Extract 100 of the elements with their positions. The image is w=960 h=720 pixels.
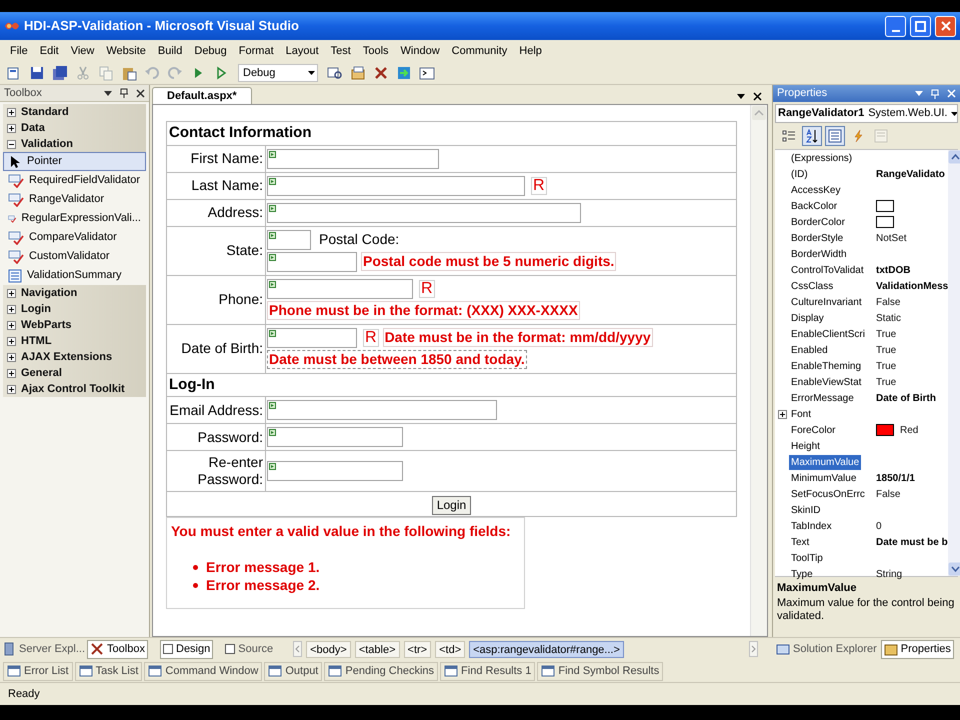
toolbox-item[interactable]: ValidationSummary bbox=[3, 266, 146, 285]
property-name[interactable]: ErrorMessage bbox=[789, 390, 856, 406]
menu-item[interactable]: Window bbox=[394, 40, 446, 62]
menu-item[interactable]: Layout bbox=[280, 40, 325, 62]
panel-tab[interactable]: Properties bbox=[880, 640, 954, 658]
tag-breadcrumb[interactable]: <td> bbox=[435, 640, 466, 658]
property-name[interactable]: (ID) bbox=[789, 166, 810, 182]
tool-window-tab[interactable]: Pending Checkins bbox=[324, 662, 438, 680]
property-value[interactable]: 1850/1/1 bbox=[876, 470, 915, 486]
tag-breadcrumb[interactable]: <asp:rangevalidator#range...> bbox=[469, 640, 624, 658]
object-selector[interactable]: RangeValidator1 System.Web.UI. bbox=[775, 104, 958, 123]
toolbox-category[interactable]: Navigation bbox=[3, 285, 146, 301]
property-name[interactable]: Display bbox=[789, 310, 826, 326]
scroll-bar[interactable] bbox=[948, 150, 960, 576]
property-name[interactable]: Font bbox=[789, 406, 814, 422]
close-icon[interactable] bbox=[136, 88, 145, 98]
menu-item[interactable]: Community bbox=[446, 40, 514, 62]
property-value[interactable]: String bbox=[876, 566, 902, 582]
property-name[interactable]: MinimumValue bbox=[789, 470, 858, 486]
scroll-up-icon[interactable] bbox=[948, 150, 960, 164]
property-name[interactable]: Text bbox=[789, 534, 812, 550]
menu-item[interactable]: Tools bbox=[356, 40, 395, 62]
property-name[interactable]: EnableTheming bbox=[789, 358, 864, 374]
menu-item[interactable]: Edit bbox=[34, 40, 65, 62]
tag-breadcrumb[interactable]: <body> bbox=[306, 640, 351, 658]
menu-item[interactable]: Help bbox=[513, 40, 548, 62]
panel-tab[interactable]: Source bbox=[223, 640, 276, 658]
property-name[interactable]: Height bbox=[789, 438, 822, 454]
menu-item[interactable]: File bbox=[4, 40, 34, 62]
expand-icon[interactable] bbox=[778, 410, 786, 418]
menu-item[interactable]: View bbox=[64, 40, 100, 62]
toolbox-item[interactable]: RangeValidator bbox=[3, 190, 146, 209]
property-name[interactable]: BackColor bbox=[789, 198, 840, 214]
property-name[interactable]: (Expressions) bbox=[789, 150, 854, 166]
menu-item[interactable]: Debug bbox=[188, 40, 233, 62]
property-name[interactable]: SkinID bbox=[789, 502, 822, 518]
property-name[interactable]: ForeColor bbox=[789, 422, 838, 438]
property-name[interactable]: TabIndex bbox=[789, 518, 834, 534]
text-input[interactable] bbox=[267, 427, 403, 447]
dropdown-arrow-icon[interactable] bbox=[104, 90, 112, 96]
text-input[interactable] bbox=[267, 230, 311, 250]
property-value[interactable]: False bbox=[876, 486, 900, 502]
text-input[interactable] bbox=[267, 202, 581, 222]
tool-window-tab[interactable]: Error List bbox=[3, 662, 73, 680]
property-name[interactable]: ControlToValidat bbox=[789, 262, 866, 278]
tool-window-tab[interactable]: Output bbox=[264, 662, 322, 680]
menu-item[interactable]: Website bbox=[100, 40, 152, 62]
panel-tab[interactable]: Design bbox=[160, 640, 214, 658]
property-name[interactable]: EnableViewStat bbox=[789, 374, 864, 390]
property-value[interactable]: Date must be b bbox=[876, 534, 948, 550]
text-input[interactable] bbox=[267, 148, 439, 168]
save-all-button[interactable] bbox=[50, 63, 70, 83]
toolbox-category[interactable]: Ajax Control Toolkit bbox=[3, 381, 146, 397]
toolbox-item[interactable]: CustomValidator bbox=[3, 247, 146, 266]
property-name[interactable]: AccessKey bbox=[789, 182, 842, 198]
text-input[interactable] bbox=[267, 461, 403, 481]
menu-item[interactable]: Build bbox=[152, 40, 188, 62]
property-name[interactable]: BorderStyle bbox=[789, 230, 846, 246]
text-input[interactable] bbox=[267, 252, 357, 272]
property-value[interactable]: Date of Birth bbox=[876, 390, 936, 406]
toolbox-item[interactable]: Pointer bbox=[3, 152, 146, 171]
property-value[interactable]: Red bbox=[900, 422, 918, 438]
property-value[interactable]: True bbox=[876, 326, 896, 342]
property-name[interactable]: MaximumValue bbox=[789, 454, 862, 470]
toolbox-category[interactable]: Validation bbox=[3, 136, 146, 152]
tool-window-tab[interactable]: Command Window bbox=[144, 662, 262, 680]
sort-alphabetical-button[interactable] bbox=[802, 126, 822, 146]
property-value[interactable]: ValidationMess bbox=[876, 278, 948, 294]
property-name[interactable]: ToolTip bbox=[789, 550, 825, 566]
property-value[interactable]: txtDOB bbox=[876, 262, 910, 278]
tool-window-tab[interactable]: Find Symbol Results bbox=[537, 662, 664, 680]
property-name[interactable]: BorderWidth bbox=[789, 246, 849, 262]
toolbox-category[interactable]: WebParts bbox=[3, 317, 146, 333]
toolbox-category[interactable]: General bbox=[3, 365, 146, 381]
minimize-button[interactable] bbox=[885, 16, 906, 36]
property-value[interactable]: False bbox=[876, 294, 900, 310]
toolbox-category[interactable]: Login bbox=[3, 301, 146, 317]
property-value[interactable]: True bbox=[876, 374, 896, 390]
property-name[interactable]: EnableClientScri bbox=[789, 326, 867, 342]
toolbox-category[interactable]: AJAX Extensions bbox=[3, 349, 146, 365]
property-value[interactable]: Static bbox=[876, 310, 902, 326]
property-value[interactable]: RangeValidato bbox=[876, 166, 945, 182]
toolbox-category[interactable]: Standard bbox=[3, 104, 146, 120]
text-input[interactable] bbox=[267, 278, 413, 298]
property-name[interactable]: BorderColor bbox=[789, 214, 847, 230]
scroll-down-icon[interactable] bbox=[948, 562, 960, 576]
menu-item[interactable]: Test bbox=[324, 40, 357, 62]
scroll-left-icon[interactable] bbox=[293, 641, 302, 657]
toolbox-item[interactable]: RequiredFieldValidator bbox=[3, 171, 146, 190]
dropdown-arrow-icon[interactable] bbox=[737, 94, 745, 99]
properties-view-button[interactable] bbox=[825, 126, 845, 146]
text-input[interactable] bbox=[267, 328, 357, 348]
property-name[interactable]: Type bbox=[789, 566, 815, 582]
maximize-button[interactable] bbox=[910, 16, 931, 36]
property-name[interactable]: CssClass bbox=[789, 278, 836, 294]
property-name[interactable]: CultureInvariant bbox=[789, 294, 864, 310]
login-button[interactable]: Login bbox=[432, 496, 472, 514]
document-tab[interactable]: Default.aspx* bbox=[152, 87, 252, 104]
tool-window-tab[interactable]: Find Results 1 bbox=[440, 662, 536, 680]
close-button[interactable] bbox=[935, 16, 956, 36]
